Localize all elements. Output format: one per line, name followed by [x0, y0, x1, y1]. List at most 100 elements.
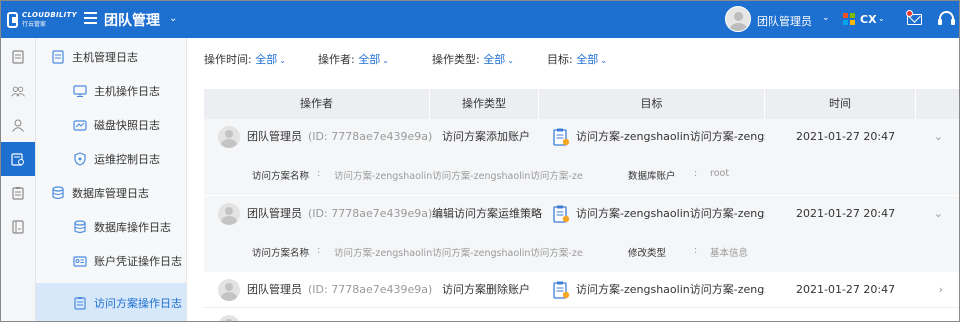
filter-operation-type[interactable]: 操作类型: 全部 ⌄ — [432, 51, 514, 67]
access-plan-icon — [553, 128, 570, 146]
operation-time: 2021-01-27 20:47 — [796, 283, 896, 296]
detail-value: root — [710, 168, 730, 179]
audit-icon[interactable] — [1, 142, 35, 176]
table-row[interactable] — [204, 309, 959, 321]
operation-type: 编辑访问方案运维策略 — [432, 207, 542, 220]
detail-label: 访问方案名称 — [252, 248, 310, 259]
user-icon[interactable] — [1, 108, 35, 142]
sidebar-item-label: 磁盘快照日志 — [94, 119, 160, 132]
row-detail: 访问方案名称 : 访问方案-zengshaolin访问方案-zengshaoli… — [204, 155, 959, 195]
operation-time: 2021-01-27 20:47 — [796, 130, 896, 143]
filter-operator[interactable]: 操作者: 全部 ⌄ — [318, 51, 389, 67]
operator-id: (ID: 7778ae7e439e9a) — [308, 283, 432, 296]
logo[interactable]: CLOUDBILITY 行云管家 — [7, 8, 77, 32]
avatar — [218, 126, 240, 148]
chevron-down-icon[interactable]: ⌄ — [822, 13, 830, 23]
sidebar-item-label: 主机管理日志 — [72, 51, 138, 64]
filter-value[interactable]: 全部 — [576, 53, 598, 66]
operator-name: 团队管理员 — [247, 207, 302, 220]
sidebar-item-label: 运维控制日志 — [94, 153, 160, 166]
headset-icon[interactable] — [938, 11, 955, 25]
sidebar-item-credential-operation-log[interactable]: 账户凭证操作日志 — [36, 244, 186, 278]
table-row[interactable]: 团队管理员 (ID: 7778ae7e439e9a) 访问方案添加账户 访问方案-… — [204, 119, 959, 155]
operator-id: (ID: 7778ae7e439e9a) — [308, 130, 432, 143]
disk-icon — [72, 118, 88, 132]
chevron-down-icon[interactable]: ⌄ — [279, 56, 286, 65]
access-plan-icon — [553, 281, 570, 299]
chevron-down-icon[interactable]: ⌄ — [934, 119, 943, 155]
top-bar: CLOUDBILITY 行云管家 团队管理 ⌄ 团队管理员 ⌄ CX ⌄ — [1, 1, 959, 38]
detail-label: 数据库账户 — [628, 171, 676, 182]
operation-type: 访问方案删除账户 — [442, 283, 530, 296]
sidebar-item-label: 账户凭证操作日志 — [94, 255, 182, 268]
operator-name: 团队管理员 — [247, 130, 302, 143]
monitor-icon — [72, 84, 88, 98]
avatar[interactable] — [725, 6, 751, 32]
icon-rail — [1, 38, 36, 321]
id-card-icon — [72, 254, 88, 268]
clipboard-icon[interactable] — [1, 176, 35, 210]
filter-value[interactable]: 全部 — [255, 53, 277, 66]
detail-value: 访问方案-zengshaolin访问方案-zengshaolin访问方案-ze.… — [334, 248, 584, 259]
detail-label: 修改类型 — [628, 248, 667, 259]
document-icon[interactable] — [1, 40, 35, 74]
logo-icon — [7, 12, 19, 28]
shield-icon — [72, 152, 88, 166]
sidebar-item-access-plan-operation-log[interactable]: 访问方案操作日志 — [36, 283, 186, 321]
sidebar-item-label: 主机操作日志 — [94, 85, 160, 98]
app-window: CLOUDBILITY 行云管家 团队管理 ⌄ 团队管理员 ⌄ CX ⌄ 主机管… — [0, 0, 960, 322]
chevron-down-icon[interactable]: ⌄ — [878, 14, 885, 23]
database-icon — [72, 220, 88, 234]
sidebar-item-database-log[interactable]: 数据库管理日志 — [36, 176, 186, 210]
target-name[interactable]: 访问方案-zengshaolin访问方案-zengsh — [576, 207, 765, 220]
detail-value: 基本信息 — [710, 248, 749, 259]
operation-time: 2021-01-27 20:47 — [796, 207, 896, 220]
sidebar-item-host-operation-log[interactable]: 主机操作日志 — [36, 74, 186, 108]
microsoft-icon — [843, 13, 855, 25]
team-icon[interactable] — [1, 74, 35, 108]
host-log-icon — [50, 50, 66, 64]
chevron-down-icon[interactable]: ⌄ — [382, 56, 389, 65]
sidebar-item-host-log[interactable]: 主机管理日志 — [36, 40, 186, 74]
sidebar-item-label: 数据库管理日志 — [72, 187, 149, 200]
operation-type: 访问方案添加账户 — [442, 130, 530, 143]
sidebar-item-database-operation-log[interactable]: 数据库操作日志 — [36, 210, 186, 244]
menu-icon[interactable] — [84, 12, 97, 24]
row-detail: 访问方案名称 : 访问方案-zengshaolin访问方案-zengshaoli… — [204, 232, 959, 272]
chevron-down-icon[interactable]: ⌄ — [507, 56, 514, 65]
sidebar-item-ops-control-log[interactable]: 运维控制日志 — [36, 142, 186, 176]
user-name[interactable]: 团队管理员 — [757, 13, 812, 29]
target-name[interactable]: 访问方案-zengshaolin访问方案-zengsh — [576, 283, 765, 296]
target-name[interactable]: 访问方案-zengshaolin访问方案-zengsh — [576, 130, 765, 143]
database-icon — [50, 186, 66, 200]
table-row[interactable]: 团队管理员 (ID: 7778ae7e439e9a) 访问方案删除账户 访问方案-… — [204, 272, 959, 308]
filter-target[interactable]: 目标: 全部 ⌄ — [547, 51, 607, 67]
logo-subtext: 行云管家 — [22, 21, 47, 28]
sidebar-item-disk-snapshot-log[interactable]: 磁盘快照日志 — [36, 108, 186, 142]
book-icon[interactable] — [1, 210, 35, 244]
column-header: 操作类型 — [430, 89, 539, 119]
tenant-switcher[interactable]: CX — [860, 13, 877, 26]
chevron-right-icon[interactable]: › — [939, 272, 943, 308]
chevron-down-icon[interactable]: ⌄ — [600, 56, 607, 65]
column-header: 时间 — [765, 89, 916, 119]
logo-text: CLOUDBILITY — [22, 11, 77, 19]
detail-value: 访问方案-zengshaolin访问方案-zengshaolin访问方案-ze.… — [334, 171, 584, 182]
table-header: 操作者 操作类型 目标 时间 — [204, 89, 959, 119]
page-title[interactable]: 团队管理 — [104, 10, 160, 30]
notification-badge — [906, 10, 913, 17]
column-header: 操作者 — [204, 89, 430, 119]
table-row[interactable]: 团队管理员 (ID: 7778ae7e439e9a) 编辑访问方案运维策略 访问方… — [204, 196, 959, 232]
filter-operation-time[interactable]: 操作时间: 全部 ⌄ — [204, 51, 286, 67]
column-header: 目标 — [539, 89, 765, 119]
filter-value[interactable]: 全部 — [358, 53, 380, 66]
sidebar-item-label: 数据库操作日志 — [94, 221, 171, 234]
chevron-down-icon[interactable]: ⌄ — [169, 13, 177, 24]
chevron-down-icon[interactable]: ⌄ — [934, 196, 943, 232]
sidebar: 主机管理日志 主机操作日志 磁盘快照日志 运维控制日志 数据库管理日志 数据库操… — [36, 38, 187, 321]
detail-label: 访问方案名称 — [252, 171, 310, 182]
filter-value[interactable]: 全部 — [483, 53, 505, 66]
operator-id: (ID: 7778ae7e439e9a) — [308, 207, 432, 220]
access-plan-icon — [553, 205, 570, 223]
operator-name: 团队管理员 — [247, 283, 302, 296]
